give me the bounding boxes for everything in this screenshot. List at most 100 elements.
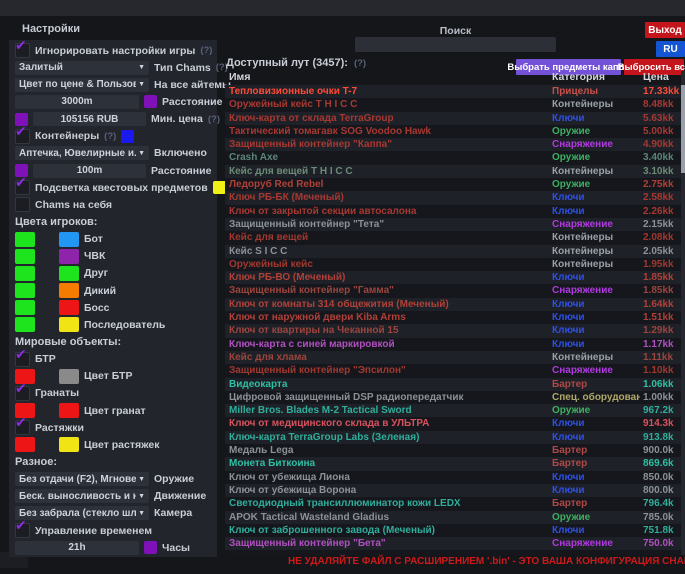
table-row[interactable]: Монета БиткоинаБартер869.6k — [225, 457, 681, 470]
settings-row: Chams на себя — [15, 196, 217, 213]
table-row[interactable]: Ключ от наружной двери Kiba ArmsКлючи1.5… — [225, 311, 681, 324]
color-swatch[interactable] — [59, 437, 79, 452]
dropdown[interactable]: Цвет по цене & Пользователь▼ — [15, 78, 149, 92]
table-row[interactable]: Защищенный контейнер "Тета"Снаряжение2.1… — [225, 218, 681, 231]
dropdown[interactable]: Аптечка, Ювелирные и...▼ — [15, 146, 149, 160]
item-name: Защищенный контейнер "Каппа" — [229, 138, 547, 151]
table-row[interactable]: Кейс для вещей T H I C CКонтейнеры3.10kk — [225, 165, 681, 178]
table-row[interactable]: Оружейный кейс T H I C CКонтейнеры8.48kk — [225, 98, 681, 111]
settings-row: Цвет растяжек — [15, 436, 217, 453]
help-icon: (?) — [200, 45, 212, 56]
table-row[interactable]: Защищенный контейнер "Гамма"Снаряжение1.… — [225, 284, 681, 297]
table-row[interactable]: Ключ-карта TerraGroup Labs (Зеленая)Ключ… — [225, 431, 681, 444]
table-row[interactable]: Ключ РБ-БК (Меченый)Ключи2.58kk — [225, 191, 681, 204]
color-swatch[interactable] — [15, 283, 35, 298]
checkbox[interactable]: ✔ — [15, 523, 30, 538]
item-name: Кейс для вещей — [229, 231, 547, 244]
table-row[interactable]: Miller Bros. Blades M-2 Tactical SwordОр… — [225, 404, 681, 417]
color-swatch[interactable] — [144, 541, 157, 554]
item-price: 2.08kk — [643, 231, 674, 244]
table-row[interactable]: Ледоруб Red RebelОружие2.75kk — [225, 178, 681, 191]
item-category: Оружие — [552, 404, 640, 417]
color-swatch[interactable] — [59, 266, 79, 281]
color-swatch[interactable] — [15, 232, 35, 247]
table-row[interactable]: Цифровой защищенный DSP радиопередатчикС… — [225, 391, 681, 404]
color-swatch[interactable] — [15, 317, 35, 332]
value-input[interactable]: 105156 RUB — [33, 112, 146, 126]
table-row[interactable]: Ключ от убежища ВоронаКлючи800.0k — [225, 484, 681, 497]
item-category: Контейнеры — [552, 165, 640, 178]
color-swatch[interactable] — [15, 300, 35, 315]
color-swatch[interactable] — [213, 181, 226, 194]
item-name: Ключ от закрытой секции автосалона — [229, 205, 547, 218]
color-swatch[interactable] — [59, 403, 79, 418]
table-row[interactable]: Тактический томагавк SOG Voodoo HawkОруж… — [225, 125, 681, 138]
color-swatch[interactable] — [15, 249, 35, 264]
table-row[interactable]: Тепловизионные очки T-7Прицелы17.33kk — [225, 85, 681, 98]
checkbox[interactable] — [15, 197, 30, 212]
checkmark-icon: ✔ — [15, 174, 27, 191]
item-category: Ключи — [552, 112, 640, 125]
settings-row: Мировые объекты: — [15, 333, 217, 350]
table-row[interactable]: Ключ от комнаты 314 общежития (Меченый)К… — [225, 298, 681, 311]
item-price: 1.51kk — [643, 311, 674, 324]
checkbox[interactable]: ✔ — [15, 43, 30, 58]
table-row[interactable]: Ключ от медицинского склада в УЛЬТРАКлюч… — [225, 417, 681, 430]
dropdown[interactable]: Беск. выносливость и нет уста▼ — [15, 489, 149, 503]
table-row[interactable] — [225, 550, 681, 555]
color-swatch[interactable] — [121, 130, 134, 143]
table-row[interactable]: Защищенный контейнер "Бета"Снаряжение750… — [225, 537, 681, 550]
table-row[interactable]: Crash AxeОружие3.40kk — [225, 151, 681, 164]
table-row[interactable]: Светодиодный трансиллюминатор кожи LEDXБ… — [225, 497, 681, 510]
color-swatch[interactable] — [59, 283, 79, 298]
table-row[interactable]: Кейс S I C CКонтейнеры2.05kk — [225, 245, 681, 258]
scrollbar-thumb[interactable] — [681, 85, 685, 173]
table-row[interactable]: Кейс для хламаКонтейнеры1.11kk — [225, 351, 681, 364]
dropdown[interactable]: Без отдачи (F2), Мгновенное п▼ — [15, 472, 149, 486]
table-row[interactable]: Ключ-карта с синей маркировкойКлючи1.17k… — [225, 338, 681, 351]
item-price: 1.85kk — [643, 271, 674, 284]
checkbox[interactable]: ✔ — [15, 180, 30, 195]
color-swatch[interactable] — [59, 317, 79, 332]
checkbox[interactable]: ✔ — [15, 352, 30, 367]
color-swatch[interactable] — [15, 437, 35, 452]
item-category: Оружие — [552, 125, 640, 138]
checkbox[interactable]: ✔ — [15, 129, 30, 144]
table-row[interactable]: Оружейный кейсКонтейнеры1.95kk — [225, 258, 681, 271]
table-row[interactable]: Кейс для вещейКонтейнеры2.08kk — [225, 231, 681, 244]
table-row[interactable]: Ключ от закрытой секции автосалонаКлючи2… — [225, 205, 681, 218]
table-row[interactable]: Защищенный контейнер "Эпсилон"Снаряжение… — [225, 364, 681, 377]
table-row[interactable]: Медаль LegaБартер900.0k — [225, 444, 681, 457]
language-button[interactable]: RU — [656, 41, 685, 57]
table-row[interactable]: Ключ-карта от склада TerraGroupКлючи5.63… — [225, 112, 681, 125]
color-swatch[interactable] — [59, 232, 79, 247]
value-input[interactable]: 3000m — [15, 95, 139, 109]
item-category: Снаряжение — [552, 284, 640, 297]
checkbox[interactable]: ✔ — [15, 386, 30, 401]
table-row[interactable]: Ключ РБ-ВО (Меченый)Ключи1.85kk — [225, 271, 681, 284]
color-swatch[interactable] — [59, 300, 79, 315]
dropdown[interactable]: Без забрала (стекло шлема)▼ — [15, 506, 149, 520]
table-row[interactable]: Ключ от убежища ЛионаКлючи850.0k — [225, 471, 681, 484]
dropdown[interactable]: Залитый▼ — [15, 61, 149, 75]
color-swatch[interactable] — [59, 249, 79, 264]
table-row[interactable]: Ключ от заброшенного завода (Меченый)Клю… — [225, 524, 681, 537]
color-swatch[interactable] — [15, 266, 35, 281]
checkbox[interactable]: ✔ — [15, 420, 30, 435]
item-category: Снаряжение — [552, 138, 640, 151]
search-input[interactable] — [355, 37, 556, 52]
exit-button[interactable]: Выход — [645, 22, 685, 38]
table-row[interactable]: Защищенный контейнер "Каппа"Снаряжение4.… — [225, 138, 681, 151]
table-row[interactable]: ВидеокартаБартер1.06kk — [225, 378, 681, 391]
checkmark-icon: ✔ — [15, 123, 27, 140]
table-row[interactable]: Ключ от квартиры на Чеканной 15Ключи1.29… — [225, 324, 681, 337]
value-input[interactable]: 21h — [15, 541, 139, 555]
item-price: 900.0k — [643, 444, 674, 457]
color-swatch[interactable] — [144, 95, 157, 108]
value-input[interactable]: 100m — [33, 164, 146, 178]
settings-row: 21hЧасы — [15, 539, 217, 556]
settings-row: ✔Растяжки — [15, 419, 217, 436]
loot-table-scrollbar[interactable] — [681, 71, 685, 555]
color-swatch[interactable] — [59, 369, 79, 384]
table-row[interactable]: APOK Tactical Wasteland GladiusОружие785… — [225, 511, 681, 524]
